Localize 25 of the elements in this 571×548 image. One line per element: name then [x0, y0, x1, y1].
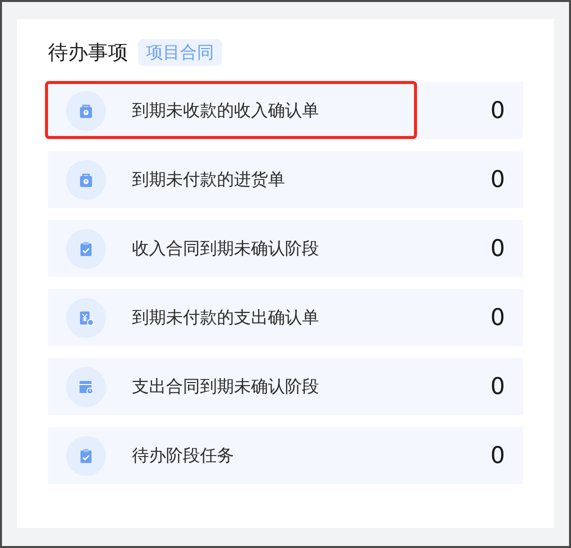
- todo-label: 支出合同到期未确认阶段: [132, 376, 320, 398]
- calendar-alert-icon: [78, 378, 94, 394]
- todo-item[interactable]: 支出合同到期未确认阶段 0: [48, 358, 523, 415]
- todo-count: 0: [490, 442, 505, 468]
- todo-item[interactable]: 待办阶段任务 0: [48, 427, 523, 484]
- todo-label: 收入合同到期未确认阶段: [132, 238, 320, 260]
- todo-label: 到期未付款的进货单: [132, 169, 286, 191]
- section-title: 待办事项: [48, 39, 128, 66]
- todo-item[interactable]: 到期未付款的支出确认单 0: [48, 289, 523, 346]
- todo-count: 0: [490, 166, 505, 192]
- alert-bag-icon: [78, 102, 94, 118]
- todo-item[interactable]: 到期未付款的进货单 0: [48, 151, 523, 208]
- todo-label: 到期未付款的支出确认单: [132, 307, 320, 329]
- todo-item[interactable]: 收入合同到期未确认阶段 0: [48, 220, 523, 277]
- todo-count: 0: [490, 98, 505, 124]
- todo-count: 0: [490, 374, 505, 400]
- alert-bag-icon: [78, 172, 94, 188]
- todo-count: 0: [490, 304, 505, 330]
- todo-label: 待办阶段任务: [132, 445, 235, 467]
- clipboard-check-icon: [78, 448, 94, 464]
- clipboard-check-icon: [78, 240, 94, 256]
- todo-item[interactable]: 到期未收款的收入确认单 0: [48, 82, 523, 139]
- todo-label: 到期未收款的收入确认单: [132, 100, 320, 122]
- todo-count: 0: [490, 236, 505, 262]
- yen-document-icon: [78, 310, 94, 326]
